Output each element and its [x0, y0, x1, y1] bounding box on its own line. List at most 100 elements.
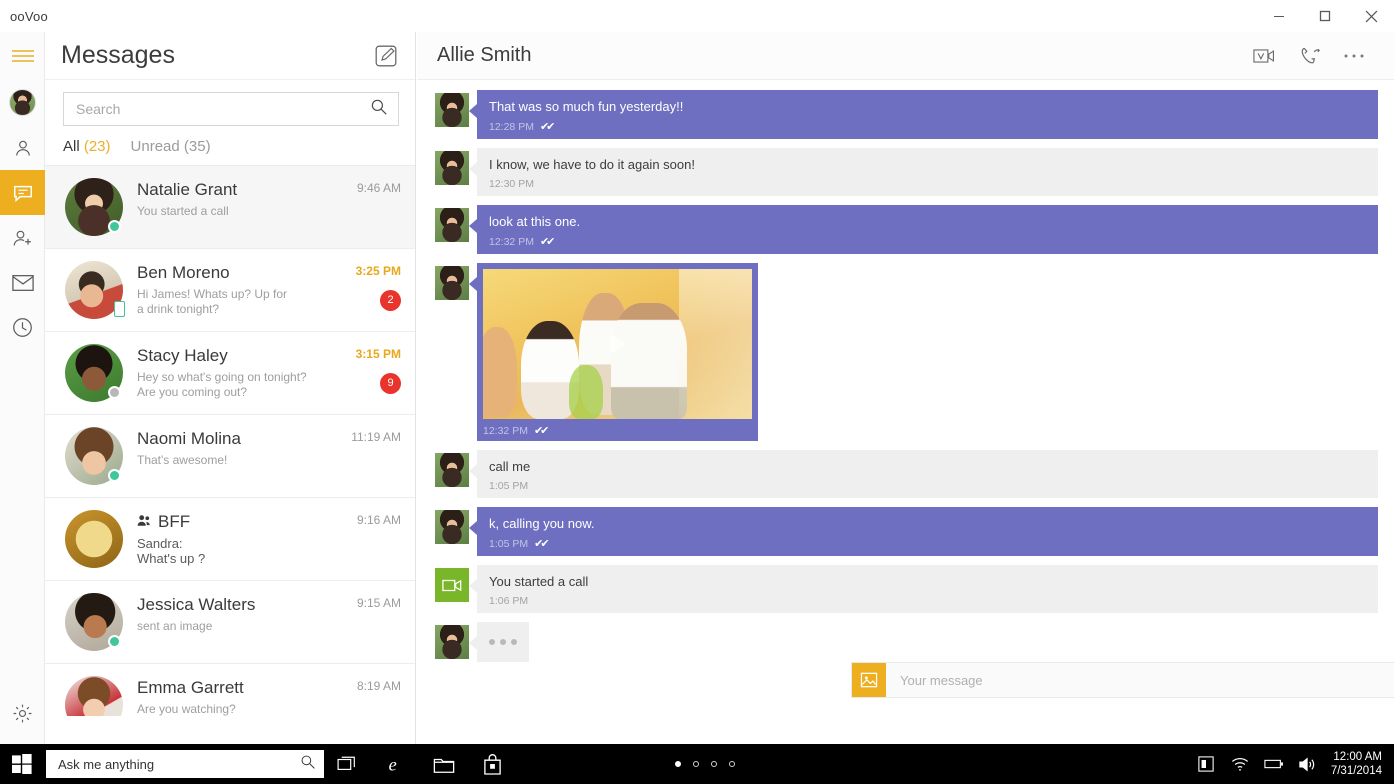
message-text: look at this one. — [489, 214, 581, 229]
task-view-icon[interactable] — [324, 744, 372, 784]
avatar — [435, 151, 469, 185]
attach-image-button[interactable] — [852, 663, 886, 697]
conversation-item[interactable]: Ben Moreno Hi James! Whats up? Up for a dr… — [45, 249, 415, 332]
conversation-name: Emma Garrett — [137, 678, 335, 698]
message-text: k, calling you now. — [489, 516, 595, 531]
conversation-item[interactable]: BFF Sandra: What's up ? 9:16 AM — [45, 498, 415, 581]
compose-message-button[interactable] — [371, 41, 401, 71]
menu-icon[interactable] — [0, 32, 45, 80]
avatar[interactable] — [0, 80, 45, 125]
avatar — [435, 266, 469, 300]
read-receipt-icon: ✔✔ — [533, 425, 550, 437]
conversation-time: 9:15 AM — [356, 596, 401, 610]
clock-date: 7/31/2014 — [1330, 765, 1382, 777]
typing-dot — [489, 639, 495, 645]
message-thread[interactable]: That was so much fun yesterday!! 12:28 PM… — [417, 80, 1394, 692]
message-bubble[interactable]: 12:32 PM ✔✔ — [477, 263, 758, 441]
conversation-item[interactable]: Stacy Haley Hey so what's going on tonigh… — [45, 332, 415, 415]
chat-pane: Allie Smith That was so much fun yesterd… — [417, 32, 1394, 744]
minimize-button[interactable] — [1256, 0, 1302, 32]
message-bubble[interactable]: call me 1:05 PM — [477, 450, 1378, 498]
conversation-name-text: Ben Moreno — [137, 263, 230, 282]
message-bubble[interactable]: look at this one. 12:32 PM ✔✔ — [477, 205, 1378, 254]
conversation-time: 3:15 PM — [355, 347, 401, 361]
action-center-icon[interactable] — [1189, 744, 1223, 784]
avatar — [435, 625, 469, 659]
search-container — [45, 80, 415, 126]
taskbar-clock[interactable]: 12:00 AM 7/31/2014 — [1325, 750, 1394, 778]
video-thumbnail[interactable] — [483, 269, 752, 419]
sidebar-item-messages[interactable] — [0, 170, 45, 215]
message-text: call me — [489, 459, 531, 474]
call-started-icon — [435, 568, 469, 602]
conversation-item[interactable]: Natalie Grant You started a call 9:46 AM — [45, 166, 415, 249]
search-box[interactable] — [63, 92, 399, 126]
conversation-name: Natalie Grant — [137, 180, 335, 200]
bubble-tail — [469, 277, 477, 291]
conversation-time: 8:19 AM — [356, 679, 401, 693]
desktop-page-indicator — [675, 761, 735, 767]
chat-contact-name: Allie Smith — [437, 44, 532, 66]
bubble-tail — [469, 579, 477, 593]
status-badge: 9 — [380, 373, 401, 394]
page-dot[interactable] — [729, 761, 735, 767]
message-bubble[interactable]: I know, we have to do it again soon! 12:3… — [477, 148, 1378, 196]
search-icon — [370, 98, 388, 121]
wifi-icon[interactable] — [1223, 744, 1257, 784]
windows-taskbar: e — [0, 744, 1394, 784]
internet-explorer-icon[interactable]: e — [372, 744, 420, 784]
message-row: k, calling you now. 1:05 PM ✔✔ — [435, 507, 1394, 556]
message-row: That was so much fun yesterday!! 12:28 PM… — [435, 90, 1394, 139]
conversation-body: Jessica Walters sent an image — [123, 593, 335, 634]
taskbar-search-box[interactable] — [46, 750, 324, 778]
message-composer[interactable]: SEND — [851, 662, 1394, 698]
typing-indicator[interactable] — [477, 622, 529, 662]
page-dot[interactable] — [693, 761, 699, 767]
conversation-name-text: Emma Garrett — [137, 678, 244, 697]
gear-icon[interactable] — [0, 691, 45, 736]
battery-icon[interactable] — [1257, 744, 1291, 784]
add-contact-icon[interactable] — [0, 215, 45, 260]
message-row — [435, 622, 1394, 662]
page-dot[interactable] — [675, 761, 681, 767]
search-input[interactable] — [76, 101, 370, 117]
volume-icon[interactable] — [1291, 744, 1325, 784]
message-input[interactable] — [886, 672, 1394, 688]
conversation-item[interactable]: Naomi Molina That's awesome! 11:19 AM — [45, 415, 415, 498]
conversation-snippet: sent an image — [137, 619, 213, 633]
voice-call-icon[interactable] — [1288, 38, 1332, 74]
tab-all[interactable]: All (23) — [63, 138, 111, 155]
bubble-tail — [469, 521, 477, 535]
mail-icon[interactable] — [0, 260, 45, 305]
maximize-button[interactable] — [1302, 0, 1348, 32]
conversation-item[interactable]: Jessica Walters sent an image 9:15 AM — [45, 581, 415, 664]
page-title: Messages — [61, 41, 175, 69]
message-bubble[interactable]: You started a call 1:06 PM — [477, 565, 1378, 613]
play-button[interactable] — [609, 334, 626, 354]
search-icon — [300, 754, 316, 775]
start-button[interactable] — [0, 744, 44, 784]
file-explorer-icon[interactable] — [420, 744, 468, 784]
close-button[interactable] — [1348, 0, 1394, 32]
conversation-time: 9:16 AM — [356, 513, 401, 527]
conversation-body: Emma Garrett Are you watching? — [123, 676, 335, 716]
taskbar-search-input[interactable] — [58, 756, 300, 772]
typing-dot — [500, 639, 506, 645]
tab-unread[interactable]: Unread (35) — [131, 138, 211, 155]
system-tray: 12:00 AM 7/31/2014 — [1189, 744, 1394, 784]
message-row: call me 1:05 PM — [435, 450, 1394, 498]
clock-time: 12:00 AM — [1333, 751, 1382, 763]
page-dot[interactable] — [711, 761, 717, 767]
message-bubble[interactable]: That was so much fun yesterday!! 12:28 PM… — [477, 90, 1378, 139]
conversation-time: 9:46 AM — [356, 181, 401, 195]
profile-icon[interactable] — [0, 125, 45, 170]
conversation-list[interactable]: Natalie Grant You started a call 9:46 AM Be… — [45, 166, 415, 716]
store-icon[interactable] — [468, 744, 516, 784]
bubble-tail — [469, 162, 477, 176]
conversation-item[interactable]: Emma Garrett Are you watching? 8:19 AM — [45, 664, 415, 716]
video-call-icon[interactable] — [1244, 38, 1288, 74]
more-options-icon[interactable] — [1332, 38, 1376, 74]
message-bubble[interactable]: k, calling you now. 1:05 PM ✔✔ — [477, 507, 1378, 556]
presence-indicator — [108, 469, 121, 482]
history-icon[interactable] — [0, 305, 45, 350]
